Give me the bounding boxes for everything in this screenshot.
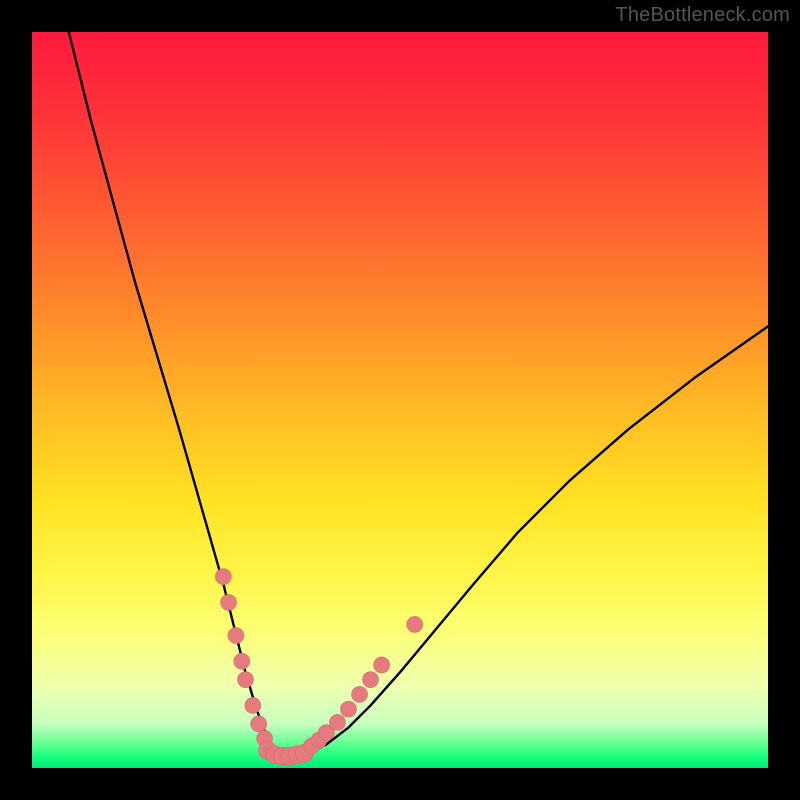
data-marker	[352, 686, 368, 702]
data-marker	[407, 616, 423, 632]
marker-group	[215, 569, 422, 766]
data-marker	[215, 569, 231, 585]
data-marker	[245, 697, 261, 713]
data-marker	[340, 701, 356, 717]
chart-frame: TheBottleneck.com	[0, 0, 800, 800]
data-marker	[251, 716, 267, 732]
watermark-text: TheBottleneck.com	[615, 4, 790, 27]
data-marker	[363, 672, 379, 688]
data-marker	[228, 628, 244, 644]
curve-layer	[32, 32, 768, 768]
data-marker	[329, 714, 345, 730]
data-marker	[374, 657, 390, 673]
plot-area	[32, 32, 768, 768]
data-marker	[221, 594, 237, 610]
data-marker	[234, 653, 250, 669]
data-marker	[237, 672, 253, 688]
bottleneck-curve	[69, 32, 768, 755]
